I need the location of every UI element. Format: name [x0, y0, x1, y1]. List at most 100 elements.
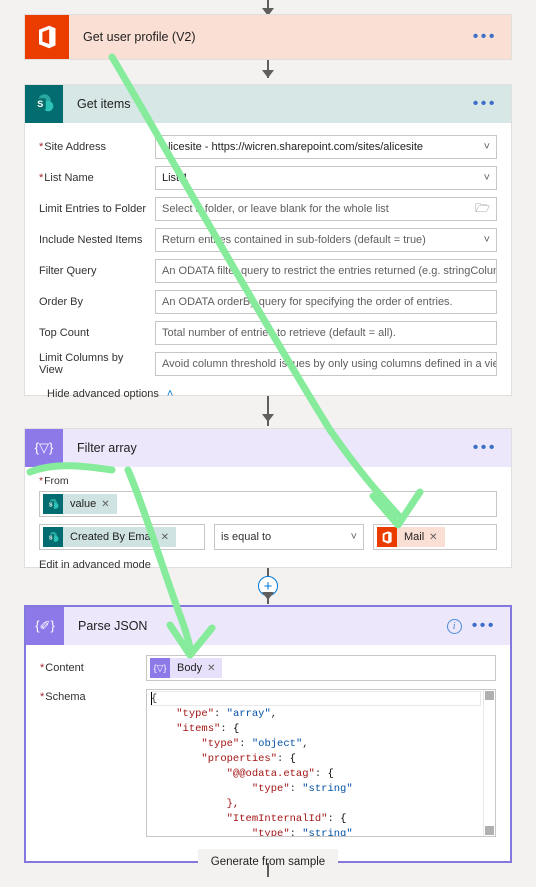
field-label-text: Schema: [45, 691, 86, 703]
text-caret: [151, 692, 152, 705]
required-marker: *: [39, 172, 44, 184]
field-label: Filter Query: [39, 265, 155, 277]
step-card-get-items[interactable]: S Get items ••• * Site Address alicesite …: [24, 84, 512, 400]
schema-code-text: { "type": "array", "items": { "type": "o…: [151, 693, 353, 837]
step-title: Filter array: [77, 441, 137, 455]
step-overflow-menu[interactable]: •••: [473, 440, 511, 455]
step-card-parse-json[interactable]: {✐} Parse JSON i ••• *Content {▽} Body ✕: [24, 605, 512, 875]
condition-right-input[interactable]: Mail ✕: [373, 524, 497, 550]
connector-arrow-2: [262, 414, 274, 422]
parse-json-glyph: {✐}: [35, 618, 55, 633]
field-placeholder: An ODATA orderBy query for specifying th…: [162, 296, 453, 308]
field-label-text: Site Address: [44, 141, 107, 153]
field-label-text: Order By: [39, 296, 84, 308]
filter-glyph: {▽}: [153, 662, 167, 673]
chevron-down-icon[interactable]: ˅: [478, 172, 490, 184]
svg-text:S: S: [49, 502, 53, 508]
parse-json-icon: {✐}: [26, 607, 64, 645]
token-value[interactable]: S value ✕: [43, 494, 117, 514]
step-title: Parse JSON: [78, 619, 148, 633]
field-label-text: Limit Entries to Folder: [39, 203, 146, 215]
content-input[interactable]: {▽} Body ✕: [146, 655, 496, 681]
field-label: Include Nested Items: [39, 234, 155, 246]
step-card-get-user-profile[interactable]: Get user profile (V2) •••: [24, 14, 512, 60]
limit-entries-to-folder-input[interactable]: Select a folder, or leave blank for the …: [155, 197, 497, 221]
step-overflow-menu[interactable]: •••: [473, 96, 511, 111]
get-items-form: * Site Address alicesite - https://wicren…: [25, 123, 511, 412]
connector-line-bottom: [267, 863, 269, 877]
form-row-include-nested-items: Include Nested Items Return entries cont…: [39, 228, 497, 252]
required-marker: *: [39, 475, 44, 487]
token-label: Body: [177, 662, 203, 674]
advanced-toggle-label: Hide advanced options: [47, 388, 159, 400]
condition-row: S Created By Email ✕ is equal to ˅ Mail …: [39, 524, 497, 550]
token-created-by-email[interactable]: S Created By Email ✕: [43, 527, 176, 547]
code-active-line: [151, 691, 481, 706]
flow-designer-canvas: Get user profile (V2) ••• S Get items ••…: [0, 0, 536, 877]
field-label-text: Limit Columns by View: [39, 352, 124, 376]
form-row-limit-columns-by-view: Limit Columns by View Avoid column thres…: [39, 352, 497, 376]
token-remove-icon[interactable]: ✕: [161, 532, 176, 543]
field-label-text: Content: [45, 662, 84, 674]
field-label-text: List Name: [44, 172, 94, 184]
info-icon[interactable]: i: [446, 618, 462, 634]
step-title: Get user profile (V2): [83, 30, 196, 44]
step-header-get-items[interactable]: S Get items •••: [25, 85, 511, 123]
sharepoint-icon: S: [43, 527, 63, 547]
limit-columns-by-view-input[interactable]: Avoid column threshold issues by only us…: [155, 352, 497, 376]
chevron-down-icon[interactable]: ˅: [478, 234, 490, 246]
list-name-input[interactable]: List 1 ˅: [155, 166, 497, 190]
from-input[interactable]: S value ✕: [39, 491, 497, 517]
field-label-text: Filter Query: [39, 265, 97, 277]
form-row-order-by: Order By An ODATA orderBy query for spec…: [39, 290, 497, 314]
field-label: *List Name: [39, 172, 155, 184]
step-header-filter-array[interactable]: {▽} Filter array •••: [25, 429, 511, 467]
condition-left-input[interactable]: S Created By Email ✕: [39, 524, 205, 550]
form-row-filter-query: Filter Query An ODATA filter query to re…: [39, 259, 497, 283]
site-address-input[interactable]: alicesite - https://wicren.sharepoint.co…: [155, 135, 497, 159]
required-marker: *: [40, 662, 45, 674]
sharepoint-glyph: S: [47, 531, 59, 542]
field-label: Limit Entries to Folder: [39, 203, 155, 215]
form-row-content: *Content {▽} Body ✕: [40, 655, 496, 681]
step-card-filter-array[interactable]: {▽} Filter array ••• *From S value ✕ S C…: [24, 428, 512, 571]
token-mail[interactable]: Mail ✕: [377, 527, 445, 547]
chevron-up-icon: ˄: [166, 388, 174, 400]
form-row-schema: *Schema { "type": "array", "items": { "t…: [40, 689, 496, 837]
token-remove-icon[interactable]: ✕: [429, 532, 444, 543]
field-placeholder: Total number of entries to retrieve (def…: [162, 327, 396, 339]
svg-text:S: S: [37, 99, 43, 109]
token-remove-icon[interactable]: ✕: [101, 499, 116, 510]
step-header-parse-json[interactable]: {✐} Parse JSON i •••: [26, 607, 510, 645]
filter-query-input[interactable]: An ODATA filter query to restrict the en…: [155, 259, 497, 283]
filter-icon: {▽}: [25, 429, 63, 467]
token-body[interactable]: {▽} Body ✕: [150, 658, 223, 678]
from-label: *From: [39, 475, 497, 487]
step-overflow-menu[interactable]: •••: [472, 618, 510, 633]
include-nested-items-input[interactable]: Return entries contained in sub-folders …: [155, 228, 497, 252]
folder-picker-icon[interactable]: 🗁: [469, 199, 490, 220]
order-by-input[interactable]: An ODATA orderBy query for specifying th…: [155, 290, 497, 314]
required-marker: *: [40, 691, 45, 703]
scroll-down-thumb[interactable]: [485, 826, 494, 835]
filter-glyph: {▽}: [34, 440, 54, 455]
office365-icon: [25, 15, 69, 59]
token-remove-icon[interactable]: ✕: [207, 663, 222, 674]
field-placeholder: Select a folder, or leave blank for the …: [162, 203, 389, 215]
condition-operator-select[interactable]: is equal to ˅: [214, 524, 364, 550]
schema-code-editor[interactable]: { "type": "array", "items": { "type": "o…: [146, 689, 496, 837]
chevron-down-icon[interactable]: ˅: [345, 531, 357, 543]
field-label: Limit Columns by View: [39, 352, 155, 376]
schema-scrollbar[interactable]: [483, 690, 495, 836]
step-header-get-user-profile[interactable]: Get user profile (V2) •••: [25, 15, 511, 59]
scroll-up-thumb[interactable]: [485, 691, 494, 700]
step-overflow-menu[interactable]: •••: [473, 29, 511, 44]
office365-glyph: [382, 530, 392, 544]
chevron-down-icon[interactable]: ˅: [478, 141, 490, 153]
connector-arrow-3: [262, 592, 274, 600]
top-count-input[interactable]: Total number of entries to retrieve (def…: [155, 321, 497, 345]
svg-text:S: S: [49, 535, 53, 541]
office365-icon: [377, 527, 397, 547]
token-label: Created By Email: [70, 531, 156, 543]
field-value: alicesite - https://wicren.sharepoint.co…: [162, 141, 424, 153]
